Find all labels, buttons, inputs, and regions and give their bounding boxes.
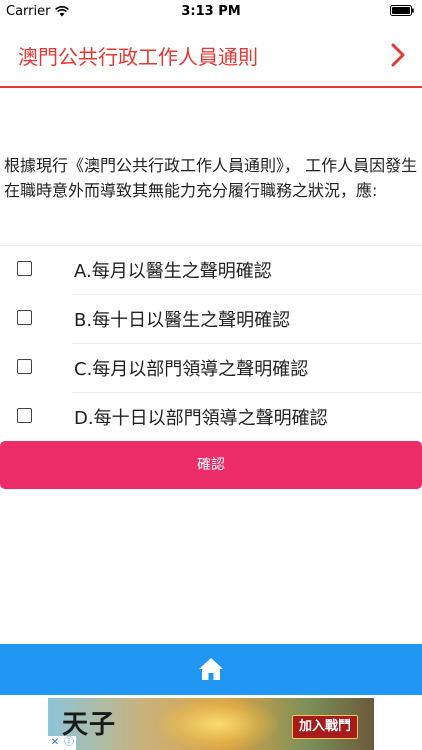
option-a[interactable]: A.每月以醫生之聲明確認 xyxy=(0,245,422,294)
option-c-label: C.每月以部門領導之聲明確認 xyxy=(74,359,309,380)
home-icon[interactable] xyxy=(198,656,224,682)
ad-info-icon[interactable]: ⓘ xyxy=(62,736,76,750)
ad-close-icon[interactable]: ✕ xyxy=(48,736,62,750)
confirm-button[interactable]: 確認 xyxy=(0,441,422,489)
option-c-checkbox[interactable] xyxy=(17,359,32,374)
navigation-bar: 澳門公共行政工作人員通則 xyxy=(0,22,422,88)
option-a-checkbox[interactable] xyxy=(17,261,32,276)
option-d-label: D.每十日以部門領導之聲明確認 xyxy=(74,408,328,429)
option-d-checkbox[interactable] xyxy=(17,408,32,423)
status-time: 3:13 PM xyxy=(181,4,241,19)
ad-banner[interactable]: 天子 加入戰鬥 ✕ ⓘ xyxy=(48,698,374,750)
divider xyxy=(72,343,422,344)
ad-artwork xyxy=(158,698,278,750)
divider xyxy=(72,294,422,295)
status-bar: Carrier 3:13 PM xyxy=(0,0,422,22)
page-title: 澳門公共行政工作人員通則 xyxy=(18,45,258,69)
divider xyxy=(72,392,422,393)
battery-icon xyxy=(390,5,414,16)
answer-options: A.每月以醫生之聲明確認 B.每十日以醫生之聲明確認 C.每月以部門領導之聲明確… xyxy=(0,245,422,441)
option-b-label: B.每十日以醫生之聲明確認 xyxy=(74,310,291,331)
divider xyxy=(0,245,422,246)
chevron-right-icon[interactable] xyxy=(388,42,408,68)
question-text: 根據現行《澳門公共行政工作人員通則》， 工作人員因發生在職時意外而導致其無能力充… xyxy=(4,156,418,200)
option-b[interactable]: B.每十日以醫生之聲明確認 xyxy=(0,294,422,343)
ad-badges: ✕ ⓘ xyxy=(48,736,76,750)
option-b-checkbox[interactable] xyxy=(17,310,32,325)
ad-cta-button[interactable]: 加入戰鬥 xyxy=(292,715,358,739)
tab-bar xyxy=(0,644,422,695)
option-a-label: A.每月以醫生之聲明確認 xyxy=(74,261,272,282)
option-c[interactable]: C.每月以部門領導之聲明確認 xyxy=(0,343,422,392)
option-d[interactable]: D.每十日以部門領導之聲明確認 xyxy=(0,392,422,441)
